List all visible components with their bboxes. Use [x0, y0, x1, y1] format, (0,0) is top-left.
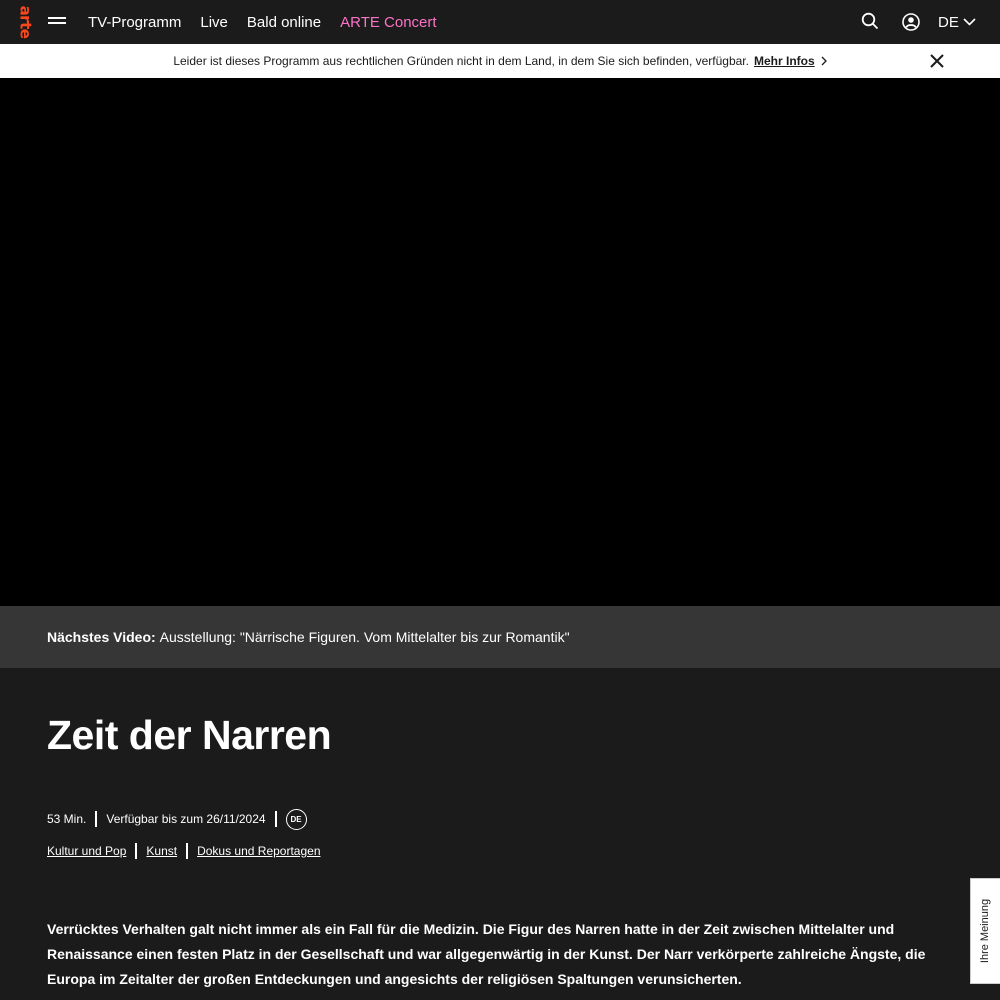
divider: [186, 843, 189, 859]
hamburger-menu-icon[interactable]: [48, 14, 68, 30]
notice-message: Leider ist dieses Programm aus rechtlich…: [173, 54, 749, 68]
category-dokus-und-reportagen[interactable]: Dokus und Reportagen: [197, 844, 320, 858]
nav-arte-concert[interactable]: ARTE Concert: [340, 14, 436, 31]
next-video-bar[interactable]: Nächstes Video: Ausstellung: "Närrische …: [0, 606, 1000, 668]
more-info-link[interactable]: Mehr Infos: [754, 54, 815, 68]
arte-logo[interactable]: arte: [16, 2, 34, 42]
next-video-label: Nächstes Video:: [47, 629, 156, 645]
divider: [135, 843, 138, 859]
category-kunst[interactable]: Kunst: [146, 844, 177, 858]
search-icon[interactable]: [861, 12, 881, 32]
feedback-tab[interactable]: Ihre Meinung: [970, 878, 1000, 984]
geo-restriction-notice: Leider ist dieses Programm aus rechtlich…: [0, 44, 1000, 78]
nav-bald-online[interactable]: Bald online: [247, 14, 321, 31]
language-badge: DE: [285, 808, 307, 830]
video-player[interactable]: [0, 78, 1000, 606]
feedback-label: Ihre Meinung: [979, 898, 992, 964]
user-icon[interactable]: [901, 12, 921, 32]
category-kultur-und-pop[interactable]: Kultur und Pop: [47, 844, 126, 858]
divider: [95, 811, 98, 827]
duration: 53 Min.: [47, 812, 87, 826]
logo-text: arte: [16, 5, 34, 39]
main-nav: TV-Programm Live Bald online ARTE Concer…: [88, 0, 456, 44]
language-label: DE: [938, 13, 959, 31]
close-icon[interactable]: [929, 53, 945, 69]
language-selector[interactable]: DE: [938, 11, 976, 33]
chevron-down-icon: [963, 18, 976, 26]
top-navigation: arte TV-Programm Live Bald online ARTE C…: [0, 0, 1000, 44]
availability: Verfügbar bis zum 26/11/2024: [106, 812, 266, 826]
nav-tv-programm[interactable]: TV-Programm: [88, 14, 181, 31]
program-description: Verrücktes Verhalten galt nicht immer al…: [47, 921, 926, 987]
divider: [274, 811, 277, 827]
program-meta: 53 Min. Verfügbar bis zum 26/11/2024 DE: [47, 808, 307, 830]
next-video-title: Ausstellung: "Närrische Figuren. Vom Mit…: [159, 629, 570, 645]
program-title: Zeit der Narren: [47, 712, 332, 758]
chevron-right-icon: [821, 56, 827, 66]
nav-live[interactable]: Live: [200, 14, 228, 31]
category-links: Kultur und Pop Kunst Dokus und Reportage…: [47, 841, 321, 861]
